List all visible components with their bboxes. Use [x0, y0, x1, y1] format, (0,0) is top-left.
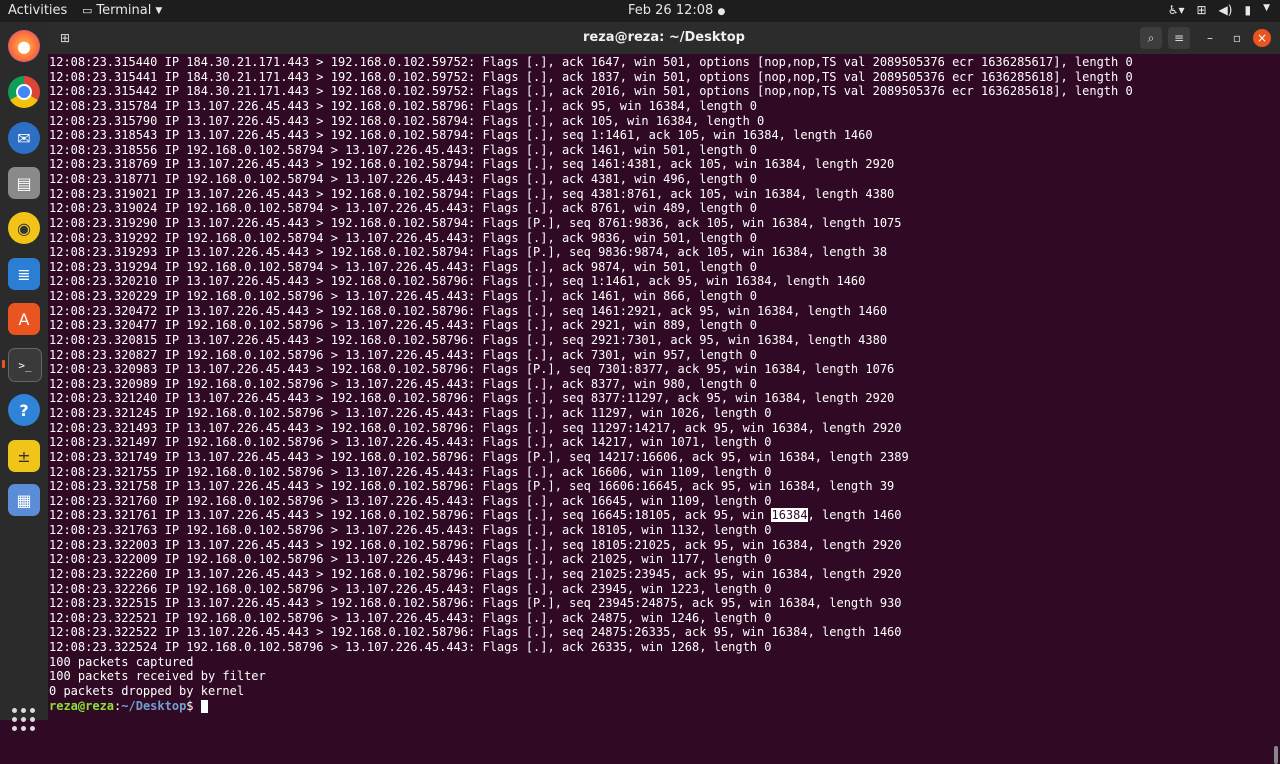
terminal-line: 12:08:23.321755 IP 192.168.0.102.58796 >…: [49, 464, 772, 479]
terminal-line: 12:08:23.321749 IP 13.107.226.45.443 > 1…: [49, 449, 909, 464]
terminal-line: 12:08:23.315442 IP 184.30.21.171.443 > 1…: [49, 84, 1133, 99]
terminal-icon[interactable]: >_: [8, 348, 42, 382]
terminal-line: 12:08:23.322260 IP 13.107.226.45.443 > 1…: [49, 566, 902, 581]
active-indicator: [2, 360, 5, 368]
thunderbird-icon[interactable]: ✉: [8, 122, 40, 154]
terminal-output[interactable]: 12:08:23.315440 IP 184.30.21.171.443 > 1…: [48, 54, 1280, 764]
battery-icon[interactable]: ▮: [1244, 3, 1251, 17]
app-menu[interactable]: ▭ Terminal ▼: [82, 3, 162, 18]
rhythmbox-icon[interactable]: ◉: [8, 212, 40, 244]
search-button[interactable]: ⌕: [1140, 27, 1162, 49]
terminal-small-icon: ▭: [82, 4, 93, 17]
close-icon: ×: [1256, 31, 1268, 45]
chevron-down-icon: ▼: [155, 5, 163, 16]
files-icon[interactable]: ▤: [8, 167, 40, 199]
terminal-line: 12:08:23.318556 IP 192.168.0.102.58794 >…: [49, 142, 758, 157]
prompt-line[interactable]: reza@reza:~/Desktop$: [49, 699, 1133, 714]
terminal-line: 12:08:23.320983 IP 13.107.226.45.443 > 1…: [49, 362, 895, 377]
search-icon: ⌕: [1147, 30, 1155, 45]
terminal-line: 12:08:23.321763 IP 192.168.0.102.58796 >…: [49, 523, 772, 537]
terminal-line: 12:08:23.319024 IP 192.168.0.102.58794 >…: [49, 201, 758, 216]
app-icon[interactable]: ▦: [8, 484, 40, 516]
terminal-line: 12:08:23.318771 IP 192.168.0.102.58794 >…: [49, 172, 758, 186]
terminal-line: 12:08:23.321245 IP 192.168.0.102.58796 >…: [49, 406, 772, 420]
terminal-line: 12:08:23.319292 IP 192.168.0.102.58794 >…: [49, 230, 758, 245]
terminal-line: 12:08:23.315440 IP 184.30.21.171.443 > 1…: [49, 55, 1133, 69]
clock-label: Feb 26 12:08: [628, 3, 714, 18]
terminal-line: 12:08:23.320989 IP 192.168.0.102.58796 >…: [49, 376, 758, 391]
activities-button[interactable]: Activities: [8, 3, 67, 18]
terminal-line: 12:08:23.319293 IP 13.107.226.45.443 > 1…: [49, 245, 888, 260]
clock[interactable]: Feb 26 12:08 ●: [628, 3, 725, 18]
terminal-line: 12:08:23.322266 IP 192.168.0.102.58796 >…: [49, 581, 772, 596]
terminal-line: 12:08:23.320229 IP 192.168.0.102.58796 >…: [49, 289, 758, 303]
terminal-line: 12:08:23.321758 IP 13.107.226.45.443 > 1…: [49, 479, 895, 494]
terminal-line: 12:08:23.315784 IP 13.107.226.45.443 > 1…: [49, 98, 758, 113]
accessibility-icon[interactable]: ♿▾: [1168, 3, 1185, 17]
terminal-line: 12:08:23.318769 IP 13.107.226.45.443 > 1…: [49, 157, 895, 172]
terminal-line: 12:08:23.322003 IP 13.107.226.45.443 > 1…: [49, 537, 902, 552]
terminal-line: 12:08:23.322009 IP 192.168.0.102.58796 >…: [49, 552, 772, 567]
terminal-line: 12:08:23.322524 IP 192.168.0.102.58796 >…: [49, 640, 772, 654]
writer-icon[interactable]: ≣: [8, 258, 40, 290]
terminal-line: 12:08:23.322521 IP 192.168.0.102.58796 >…: [49, 610, 772, 625]
calc-icon[interactable]: ±: [8, 440, 40, 472]
menu-button[interactable]: ≡: [1168, 27, 1190, 49]
firefox-icon[interactable]: ●: [8, 30, 40, 62]
terminal-line: 12:08:23.321497 IP 192.168.0.102.58796 >…: [49, 435, 772, 450]
maximize-icon: ▫: [1232, 31, 1242, 45]
network-icon[interactable]: ⊞: [1196, 3, 1206, 17]
scrollbar[interactable]: [1274, 746, 1278, 764]
notification-dot-icon: ●: [717, 7, 726, 17]
terminal-line: 12:08:23.320477 IP 192.168.0.102.58796 >…: [49, 318, 758, 333]
cursor: [200, 699, 208, 713]
selected-text[interactable]: 16384: [771, 508, 808, 523]
minimize-button[interactable]: –: [1199, 27, 1221, 49]
terminal-line: 100 packets received by filter: [49, 669, 266, 684]
terminal-line: 12:08:23.320472 IP 13.107.226.45.443 > 1…: [49, 303, 888, 318]
terminal-text: 12:08:23.315440 IP 184.30.21.171.443 > 1…: [49, 55, 1133, 713]
terminal-line: 12:08:23.322515 IP 13.107.226.45.443 > 1…: [49, 596, 902, 611]
terminal-line: 12:08:23.320815 IP 13.107.226.45.443 > 1…: [49, 332, 888, 347]
terminal-line: 12:08:23.321761 IP 13.107.226.45.443 > 1…: [49, 508, 902, 523]
terminal-line: 0 packets dropped by kernel: [49, 683, 245, 698]
terminal-line: 12:08:23.321760 IP 192.168.0.102.58796 >…: [49, 493, 772, 508]
terminal-line: 12:08:23.315441 IP 184.30.21.171.443 > 1…: [49, 69, 1133, 84]
top-bar: Activities ▭ Terminal ▼ Feb 26 12:08 ● ♿…: [0, 0, 1280, 22]
hamburger-icon: ≡: [1173, 31, 1185, 45]
terminal-line: 12:08:23.319294 IP 192.168.0.102.58794 >…: [49, 259, 758, 274]
terminal-line: 12:08:23.319021 IP 13.107.226.45.443 > 1…: [49, 186, 895, 201]
volume-icon[interactable]: ◀): [1219, 3, 1233, 17]
terminal-line: 12:08:23.321240 IP 13.107.226.45.443 > 1…: [49, 391, 895, 406]
maximize-button[interactable]: ▫: [1226, 27, 1248, 49]
dock: ● ✉ ▤ ◉ ≣ A >_ ? ± ▦: [0, 22, 48, 731]
minimize-icon: –: [1207, 31, 1213, 45]
terminal-line: 12:08:23.320210 IP 13.107.226.45.443 > 1…: [49, 274, 866, 289]
terminal-line: 12:08:23.320827 IP 192.168.0.102.58796 >…: [49, 347, 758, 362]
terminal-line: 12:08:23.315790 IP 13.107.226.45.443 > 1…: [49, 113, 765, 128]
chrome-icon[interactable]: [8, 76, 40, 108]
terminal-line: 12:08:23.322522 IP 13.107.226.45.443 > 1…: [49, 625, 902, 640]
terminal-line: 100 packets captured: [49, 654, 194, 669]
software-icon[interactable]: A: [8, 303, 40, 335]
help-icon[interactable]: ?: [8, 394, 40, 426]
show-applications-icon[interactable]: [12, 708, 36, 732]
terminal-line: 12:08:23.318543 IP 13.107.226.45.443 > 1…: [49, 128, 873, 143]
chevron-down-icon[interactable]: ▼: [1263, 3, 1270, 17]
terminal-line: 12:08:23.321493 IP 13.107.226.45.443 > 1…: [49, 420, 902, 435]
terminal-line: 12:08:23.319290 IP 13.107.226.45.443 > 1…: [49, 215, 902, 230]
window-title: reza@reza: ~/Desktop: [583, 30, 745, 45]
close-button[interactable]: ×: [1253, 29, 1271, 47]
system-tray[interactable]: ♿▾ ⊞ ◀) ▮ ▼: [1168, 3, 1270, 17]
app-menu-label: Terminal: [96, 3, 152, 18]
window-titlebar[interactable]: ⊞ reza@reza: ~/Desktop ⌕ ≡ – ▫ ×: [48, 22, 1280, 54]
